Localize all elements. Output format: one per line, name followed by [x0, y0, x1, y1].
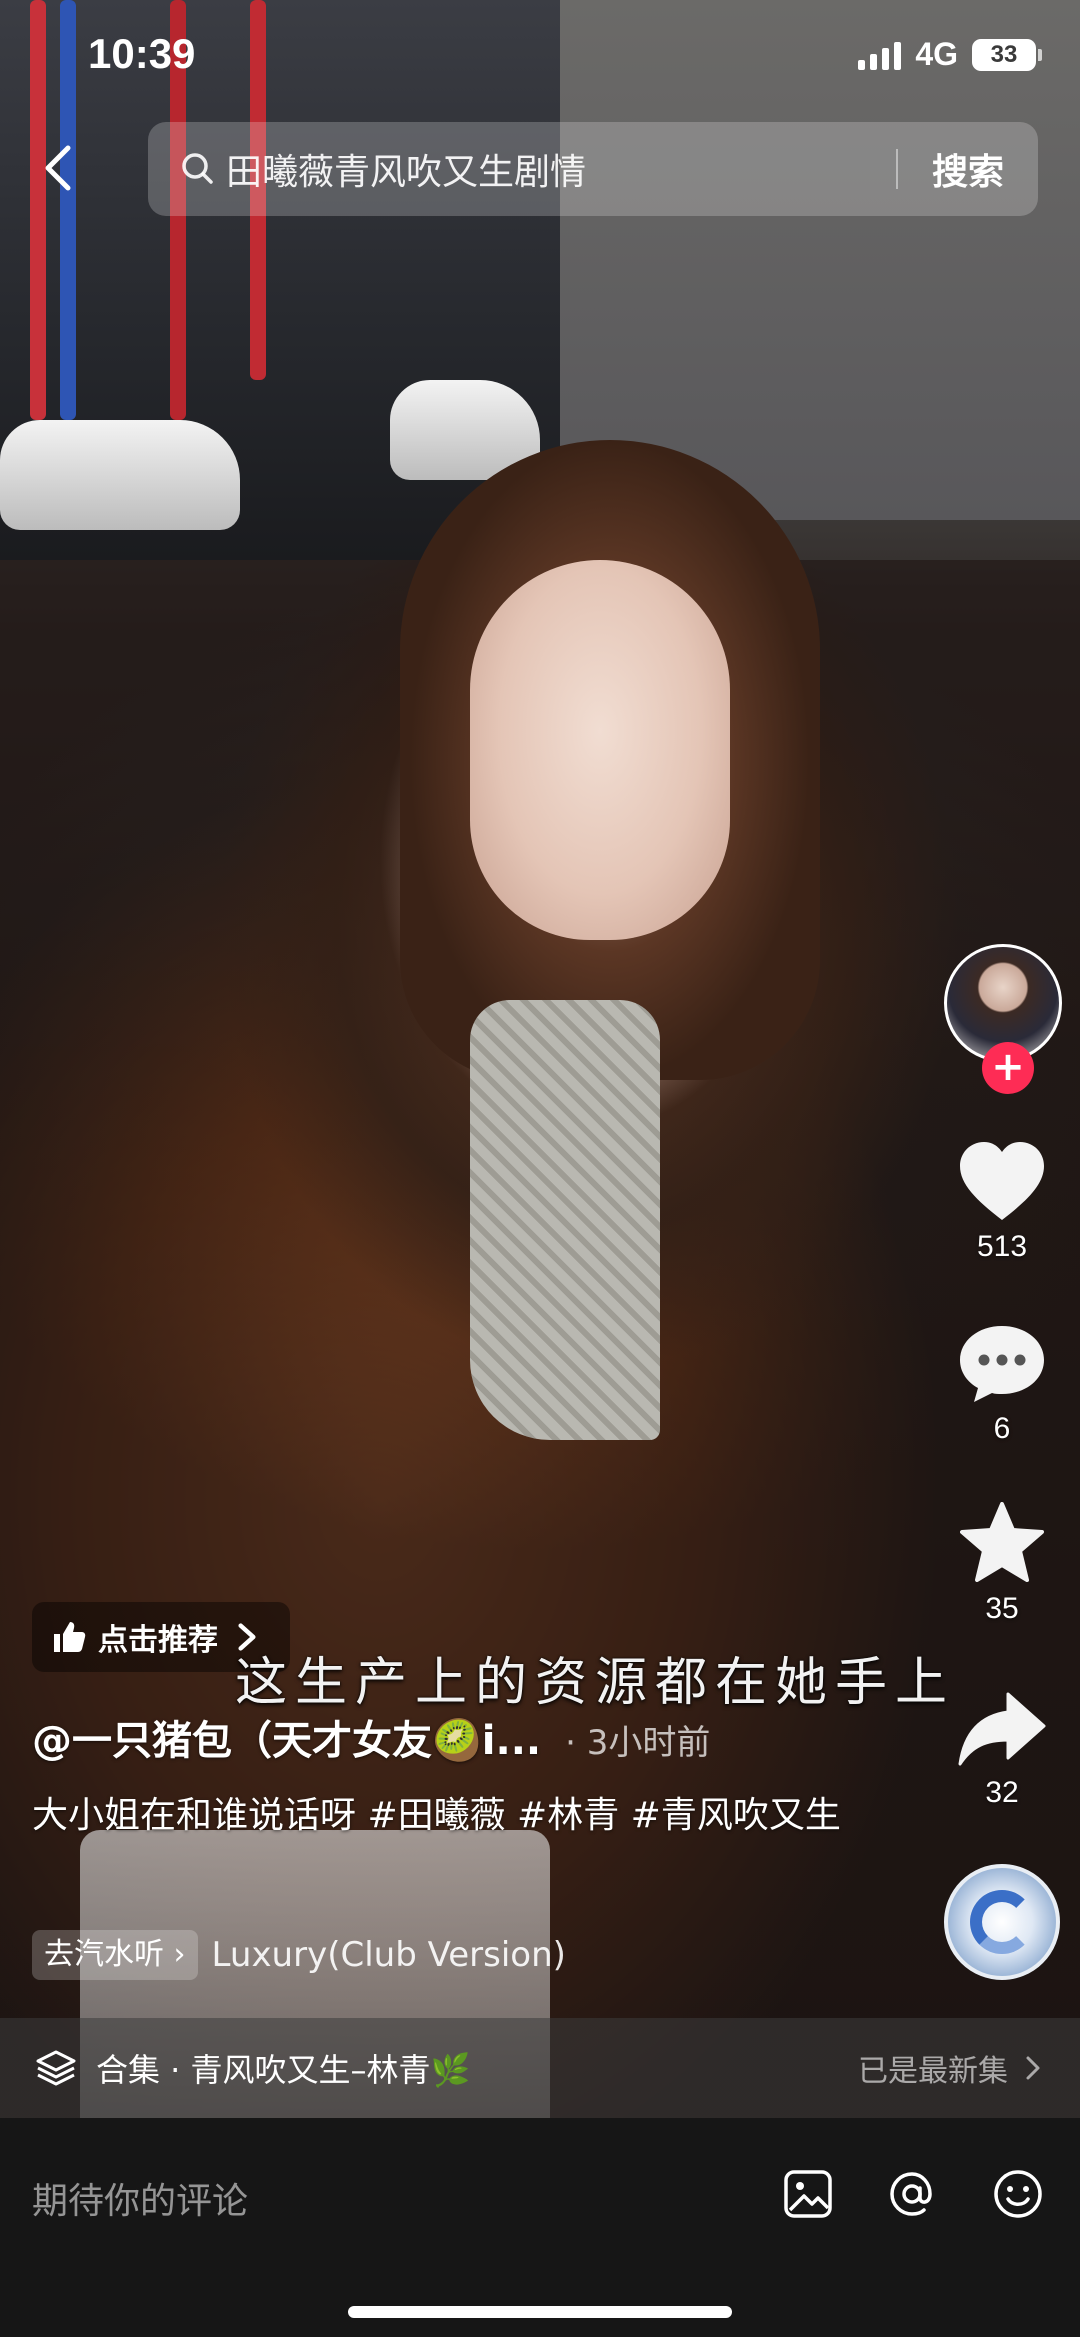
music-line: 去汽水听 › Luxury(Club Version) — [32, 1930, 566, 1980]
video-caption[interactable]: 大小姐在和谁说话呀 #田曦薇 #林青 #青风吹又生 — [32, 1790, 852, 1842]
at-icon[interactable] — [882, 2164, 942, 2224]
emoji-icon[interactable] — [988, 2164, 1048, 2224]
video-subtitle: 这生产上的资源都在她手上 — [234, 1653, 955, 1713]
battery-icon: 33 — [972, 38, 1042, 71]
qishui-label: 去汽水听 — [44, 1937, 164, 1972]
search-input[interactable]: 田曦薇青风吹又生剧情 — [226, 143, 896, 195]
comment-button[interactable]: 6 — [938, 1322, 1066, 1446]
collection-bar[interactable]: 合集 · 青风吹又生–林青🌿 已是最新集 — [0, 2018, 1080, 2118]
collection-status: 已是最新集 — [858, 2054, 1008, 2089]
app-root: 10:39 4G 33 田曦薇青风吹又生剧情 搜索 + 513 6 35 32 … — [0, 0, 1080, 2337]
person-face — [470, 560, 730, 940]
back-button[interactable] — [28, 136, 92, 200]
music-disc[interactable] — [944, 1864, 1060, 1980]
status-time: 10:39 — [88, 30, 196, 77]
layers-icon — [36, 2050, 76, 2086]
music-disc-logo-icon — [970, 1890, 1034, 1954]
model-car — [0, 420, 240, 530]
author-line: @一只猪包（天才女友🥝i... · 3小时前 — [32, 1708, 710, 1766]
comment-bubble-icon — [960, 1326, 1044, 1402]
listen-on-qishui-button[interactable]: 去汽水听 › — [32, 1930, 198, 1980]
favorite-count: 35 — [985, 1592, 1019, 1625]
comment-bar: 期待你的评论 — [0, 2118, 1080, 2337]
home-indicator[interactable] — [348, 2306, 732, 2318]
favorite-button[interactable]: 35 — [938, 1500, 1066, 1626]
signal-icon — [858, 40, 902, 70]
person-scarf — [470, 1000, 660, 1440]
star-icon — [960, 1502, 1044, 1582]
status-indicators: 4G 33 — [858, 36, 1042, 73]
heart-icon — [960, 1142, 1044, 1220]
music-title[interactable]: Luxury(Club Version) — [212, 1935, 566, 1975]
chevron-left-icon — [45, 145, 71, 191]
author-name[interactable]: @一只猪包（天才女友🥝i... — [32, 1708, 541, 1766]
search-button[interactable]: 搜索 — [898, 143, 1038, 195]
comment-count: 6 — [993, 1412, 1011, 1445]
status-bar: 10:39 4G 33 — [0, 0, 1080, 120]
search-bar[interactable]: 田曦薇青风吹又生剧情 搜索 — [148, 122, 1038, 216]
comment-input[interactable]: 期待你的评论 — [32, 2172, 248, 2224]
image-icon[interactable] — [778, 2164, 838, 2224]
like-count: 513 — [976, 1230, 1028, 1263]
search-icon — [182, 153, 213, 184]
like-button[interactable]: 513 — [938, 1140, 1066, 1264]
collection-label: 合集 · 青风吹又生–林青🌿 — [96, 2051, 471, 2089]
post-time: · 3小时前 — [565, 1723, 711, 1763]
chevron-right-icon — [1026, 2056, 1040, 2080]
share-count: 32 — [985, 1776, 1019, 1809]
follow-button[interactable]: + — [982, 1042, 1034, 1094]
network-type: 4G — [915, 36, 958, 72]
